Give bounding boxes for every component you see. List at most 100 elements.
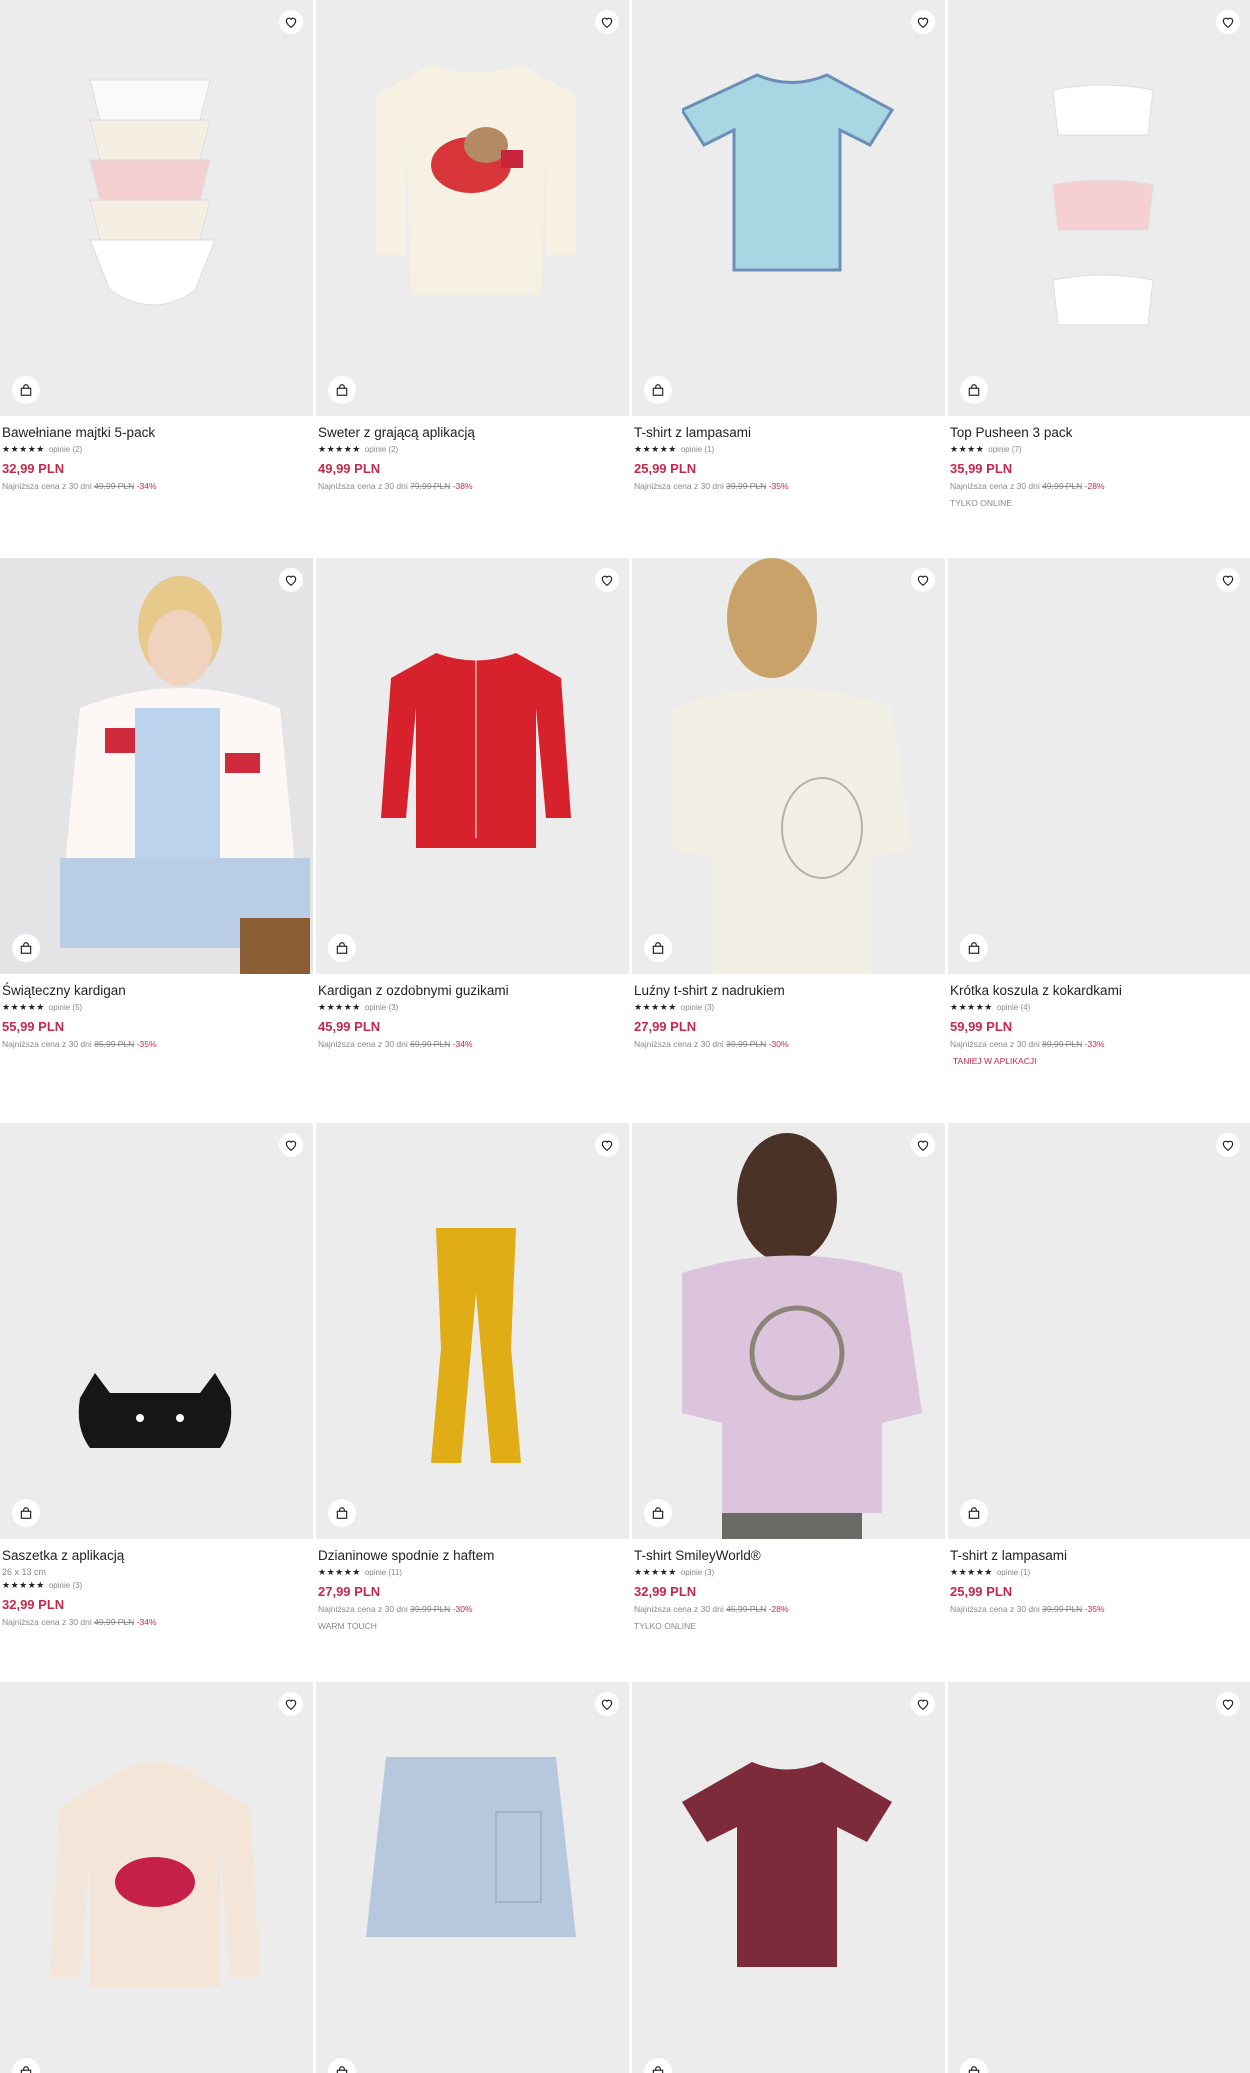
shopping-bag-icon[interactable] (12, 1499, 40, 1527)
shopping-bag-icon[interactable] (12, 376, 40, 404)
heart-icon[interactable] (1216, 1692, 1240, 1716)
heart-icon[interactable] (1216, 10, 1240, 34)
shopping-bag-icon[interactable] (328, 1499, 356, 1527)
heart-icon[interactable] (595, 1692, 619, 1716)
review-count[interactable]: opinie (1) (997, 1568, 1030, 1577)
shopping-bag-icon[interactable] (644, 1499, 672, 1527)
product-title[interactable]: Dzianinowe spodnie z haftem (318, 1547, 627, 1564)
product-title[interactable]: Top Pusheen 3 pack (950, 424, 1248, 441)
review-count[interactable]: opinie (5) (49, 1003, 82, 1012)
product-image[interactable] (0, 1682, 313, 2073)
review-count[interactable]: opinie (4) (997, 1003, 1030, 1012)
old-price: 69,99 PLN (410, 1039, 451, 1049)
shopping-bag-icon[interactable] (960, 934, 988, 962)
product-title[interactable]: Krótka koszula z kokardkami (950, 982, 1248, 999)
product-image[interactable] (948, 1682, 1250, 2073)
product-card[interactable] (316, 1682, 629, 2073)
heart-icon[interactable] (279, 568, 303, 592)
shopping-bag-icon[interactable] (960, 2058, 988, 2073)
review-count[interactable]: opinie (11) (365, 1568, 402, 1577)
shopping-bag-icon[interactable] (328, 376, 356, 404)
product-image[interactable] (948, 558, 1250, 974)
product-image[interactable] (632, 558, 945, 974)
heart-icon[interactable] (1216, 568, 1240, 592)
shopping-bag-icon[interactable] (328, 2058, 356, 2073)
heart-icon[interactable] (911, 1133, 935, 1157)
shopping-bag-icon[interactable] (960, 376, 988, 404)
product-title[interactable]: Luźny t-shirt z nadrukiem (634, 982, 943, 999)
product-price: 45,99 PLN (318, 1019, 381, 1034)
shopping-bag-icon[interactable] (12, 2058, 40, 2073)
product-title[interactable]: T-shirt z lampasami (950, 1547, 1248, 1564)
product-price: 27,99 PLN (634, 1019, 697, 1034)
review-count[interactable]: opinie (3) (681, 1003, 714, 1012)
heart-icon[interactable] (595, 568, 619, 592)
heart-icon[interactable] (911, 1692, 935, 1716)
heart-icon[interactable] (595, 10, 619, 34)
heart-icon[interactable] (279, 1133, 303, 1157)
product-card[interactable]: Świąteczny kardigan ★★★★★ opinie (5) 55,9… (0, 558, 313, 1066)
product-card[interactable] (948, 1682, 1250, 2073)
product-card[interactable] (0, 1682, 313, 2073)
shopping-bag-icon[interactable] (960, 1499, 988, 1527)
product-title[interactable]: Bawełniane majtki 5-pack (2, 424, 311, 441)
lowest-price-label: Najniższa cena z 30 dni (318, 1604, 408, 1614)
product-card[interactable]: Luźny t-shirt z nadrukiem ★★★★★ opinie (3… (632, 558, 945, 1066)
product-image[interactable] (632, 1123, 945, 1539)
product-image[interactable] (316, 0, 629, 416)
product-image[interactable] (0, 1123, 313, 1539)
product-card[interactable]: Bawełniane majtki 5-pack ★★★★★ opinie (2)… (0, 0, 313, 508)
yellow-pants-illustration (431, 1228, 521, 1463)
shopping-bag-icon[interactable] (644, 934, 672, 962)
review-count[interactable]: opinie (2) (49, 445, 82, 454)
shopping-bag-icon[interactable] (328, 934, 356, 962)
product-card[interactable]: Kardigan z ozdobnymi guzikami ★★★★★ opini… (316, 558, 629, 1066)
product-title[interactable]: Świąteczny kardigan (2, 982, 311, 999)
product-card[interactable]: T-shirt z lampasami ★★★★★ opinie (1) 25,9… (948, 1123, 1250, 1631)
product-card[interactable]: Top Pusheen 3 pack ★★★★ opinie (7) 35,99 … (948, 0, 1250, 508)
product-image[interactable] (316, 1123, 629, 1539)
heart-icon[interactable] (595, 1133, 619, 1157)
heart-icon[interactable] (1216, 1133, 1240, 1157)
product-price: 32,99 PLN (2, 1597, 65, 1612)
product-title[interactable]: Kardigan z ozdobnymi guzikami (318, 982, 627, 999)
product-card[interactable]: Dzianinowe spodnie z haftem ★★★★★ opinie … (316, 1123, 629, 1631)
product-card[interactable]: T-shirt SmileyWorld® ★★★★★ opinie (3) 32,… (632, 1123, 945, 1631)
heart-icon[interactable] (279, 10, 303, 34)
product-image[interactable] (948, 1123, 1250, 1539)
product-image[interactable] (632, 0, 945, 416)
shopping-bag-icon[interactable] (644, 2058, 672, 2073)
old-price: 49,99 PLN (94, 1617, 135, 1627)
product-image[interactable] (316, 1682, 629, 2073)
heart-icon[interactable] (279, 1692, 303, 1716)
old-price: 79,99 PLN (410, 481, 451, 491)
product-card[interactable]: Saszetka z aplikacją 26 x 13 cm ★★★★★ opi… (0, 1123, 313, 1631)
review-count[interactable]: opinie (2) (365, 445, 398, 454)
product-image[interactable] (316, 558, 629, 974)
product-title[interactable]: Saszetka z aplikacją (2, 1547, 311, 1564)
product-card[interactable] (632, 1682, 945, 2073)
product-image[interactable] (0, 0, 313, 416)
product-card[interactable]: T-shirt z lampasami ★★★★★ opinie (1) 25,9… (632, 0, 945, 508)
lowest-price-label: Najniższa cena z 30 dni (318, 481, 408, 491)
product-card[interactable]: Krótka koszula z kokardkami ★★★★★ opinie … (948, 558, 1250, 1066)
review-count[interactable]: opinie (3) (681, 1568, 714, 1577)
product-title[interactable]: Sweter z grającą aplikacją (318, 424, 627, 441)
product-title[interactable]: T-shirt z lampasami (634, 424, 943, 441)
product-image[interactable] (632, 1682, 945, 2073)
review-count[interactable]: opinie (3) (49, 1581, 82, 1590)
review-count[interactable]: opinie (1) (681, 445, 714, 454)
product-image[interactable] (948, 0, 1250, 416)
shopping-bag-icon[interactable] (12, 934, 40, 962)
app-discount-tag[interactable]: TANIEJ W APLIKACJI (953, 1056, 1248, 1066)
product-card[interactable]: Sweter z grającą aplikacją ★★★★★ opinie (… (316, 0, 629, 508)
product-title[interactable]: T-shirt SmileyWorld® (634, 1547, 943, 1564)
heart-icon[interactable] (911, 568, 935, 592)
review-count[interactable]: opinie (7) (988, 445, 1021, 454)
old-price: 39,99 PLN (1042, 1604, 1083, 1614)
review-count[interactable]: opinie (3) (365, 1003, 398, 1012)
product-image[interactable] (0, 558, 313, 974)
heart-icon[interactable] (911, 10, 935, 34)
product-price: 32,99 PLN (2, 461, 65, 476)
shopping-bag-icon[interactable] (644, 376, 672, 404)
